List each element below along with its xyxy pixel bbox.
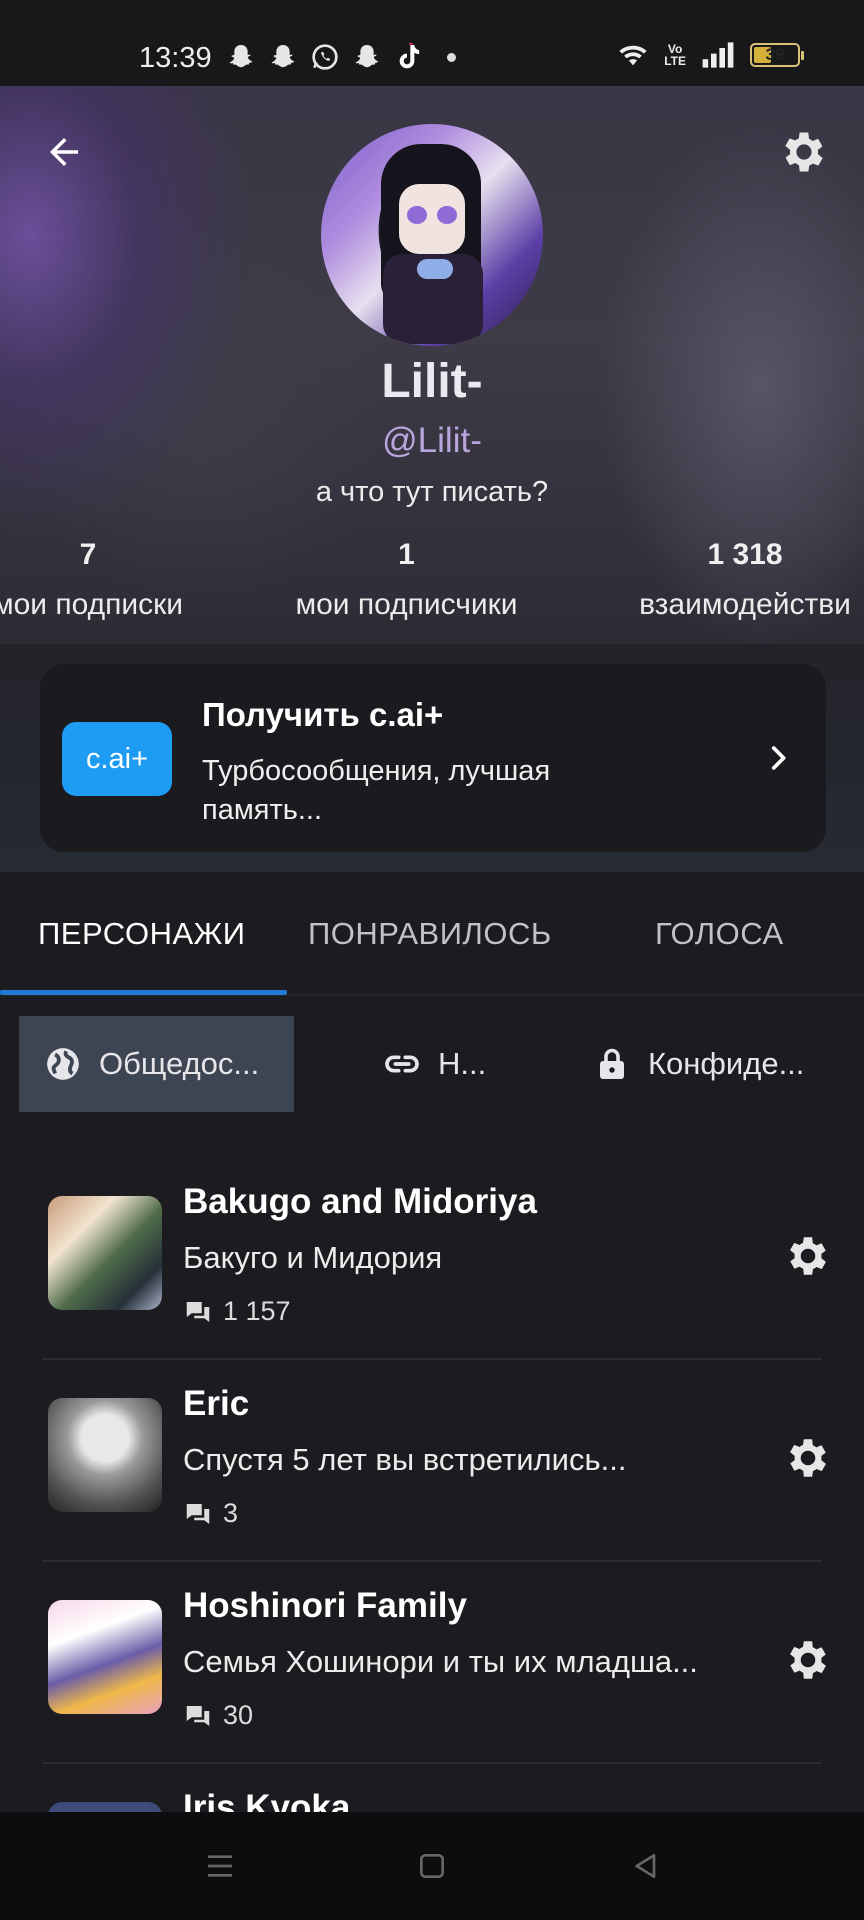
content-tabs: ПЕРСОНАЖИ ПОНРАВИЛОСЬ ГОЛОСА	[0, 872, 864, 996]
profile-header: Lilit- @Lilit- а что тут писать? 7 мои п…	[0, 86, 864, 644]
character-subtitle: Бакуго и Мидория	[183, 1240, 443, 1275]
tab-liked[interactable]: ПОНРАВИЛОСЬ	[308, 916, 552, 952]
tab-voices[interactable]: ГОЛОСА	[655, 916, 784, 952]
active-tab-indicator	[0, 990, 287, 995]
stat-followers-label: мои подписчики	[295, 588, 518, 621]
stat-interactions-label: взаимодействи	[639, 588, 851, 621]
notification-icons	[225, 41, 456, 73]
profile-handle: @Lilit-	[382, 421, 482, 460]
stat-following-label: мои подписки	[0, 588, 184, 621]
character-chat-count: 1 157	[183, 1296, 291, 1327]
stat-interactions: 1 318 взаимодействи	[615, 538, 864, 622]
battery-level: 39	[765, 45, 785, 64]
volte-icon: Vo LTE	[664, 42, 686, 68]
character-settings-button[interactable]	[780, 1228, 836, 1284]
stat-followers-value: 1	[398, 538, 415, 571]
gear-icon	[785, 132, 823, 172]
promo-subtitle: Турбосообщения, лучшая память...	[202, 755, 551, 826]
chat-count-value: 3	[223, 1498, 239, 1528]
character-subtitle: Спустя 5 лет вы встретились...	[183, 1442, 627, 1477]
visibility-filters: Общедос... Н... Конфиде...	[0, 1012, 864, 1112]
stat-followers[interactable]: 1 мои подписчики	[270, 538, 543, 622]
snapchat-icon	[271, 45, 295, 68]
profile-bio: а что тут писать?	[315, 476, 549, 508]
list-divider	[42, 1358, 822, 1360]
filter-unlisted-label: Н...	[438, 1046, 487, 1081]
home-button[interactable]	[412, 1846, 452, 1886]
link-icon	[382, 1044, 422, 1084]
gear-icon	[790, 1237, 826, 1275]
character-chat-count: 3	[183, 1498, 238, 1529]
stat-following[interactable]: 7 мои подписки	[0, 538, 196, 622]
list-item[interactable]: Bakugo and Midoriya Бакуго и Мидория 1 1…	[0, 1160, 864, 1360]
globe-icon	[43, 1044, 83, 1084]
character-title: Bakugo and Midoriya	[183, 1182, 537, 1221]
chat-icon	[186, 1503, 210, 1524]
character-settings-button[interactable]	[780, 1430, 836, 1486]
snapchat-icon	[355, 45, 379, 68]
more-notifications-dot	[447, 52, 456, 62]
character-thumbnail	[48, 1600, 162, 1714]
filter-private[interactable]: Конфиде...	[592, 1016, 852, 1112]
list-divider	[42, 1560, 822, 1562]
battery-icon: 39	[750, 43, 804, 67]
lock-icon	[592, 1044, 632, 1084]
home-square-icon	[420, 1854, 444, 1878]
character-thumbnail	[48, 1196, 162, 1310]
promo-arrow[interactable]	[758, 738, 798, 778]
chat-count-value: 30	[223, 1700, 254, 1730]
system-back-button[interactable]	[626, 1846, 666, 1886]
filter-private-label: Конфиде...	[648, 1046, 805, 1081]
chevron-right-icon	[771, 746, 786, 770]
gear-icon	[790, 1641, 826, 1679]
promo-title: Получить c.ai+	[202, 696, 444, 733]
recent-apps-button[interactable]	[200, 1846, 240, 1886]
tiktok-icon	[399, 43, 420, 69]
list-item[interactable]: Eric Спустя 5 лет вы встретились... 3	[0, 1362, 864, 1562]
character-chat-count: 30	[183, 1700, 253, 1731]
profile-settings-button[interactable]	[774, 122, 834, 182]
snapchat-icon	[229, 45, 253, 68]
stat-following-value: 7	[79, 538, 97, 571]
back-triangle-icon	[635, 1854, 656, 1878]
tab-characters[interactable]: ПЕРСОНАЖИ	[38, 916, 246, 952]
filter-public[interactable]: Общедос...	[19, 1016, 294, 1112]
chat-icon	[186, 1705, 210, 1726]
character-thumbnail	[48, 1398, 162, 1512]
chat-count-value: 1 157	[223, 1296, 291, 1326]
cai-plus-badge: c.ai+	[62, 722, 172, 796]
stat-interactions-value: 1 318	[707, 538, 783, 571]
menu-icon	[208, 1855, 232, 1877]
character-title: Eric	[183, 1384, 250, 1423]
list-item[interactable]: Hoshinori Family Семья Хошинори и ты их …	[0, 1564, 864, 1764]
cai-plus-promo-card[interactable]: c.ai+ Получить c.ai+ Турбосообщения, луч…	[40, 664, 826, 852]
signal-icon	[702, 42, 734, 68]
character-title: Hoshinori Family	[183, 1586, 467, 1625]
list-divider	[42, 1762, 822, 1764]
profile-name: Lilit-	[381, 355, 483, 408]
status-time: 13:39	[139, 42, 212, 74]
back-button[interactable]	[36, 124, 92, 180]
arrow-left-icon	[50, 138, 78, 166]
status-bar: 13:39 Vo LTE 39	[0, 0, 864, 86]
chat-icon	[186, 1301, 210, 1322]
avatar[interactable]	[321, 124, 543, 346]
filter-public-label: Общедос...	[99, 1046, 260, 1081]
system-indicators: Vo LTE 39	[616, 40, 804, 70]
filter-unlisted[interactable]: Н...	[382, 1016, 522, 1112]
wifi-icon	[619, 45, 647, 66]
system-nav-bar	[0, 1812, 864, 1920]
whatsapp-icon	[312, 44, 338, 70]
character-settings-button[interactable]	[780, 1632, 836, 1688]
gear-icon	[790, 1439, 826, 1477]
character-subtitle: Семья Хошинори и ты их младша...	[183, 1644, 698, 1679]
